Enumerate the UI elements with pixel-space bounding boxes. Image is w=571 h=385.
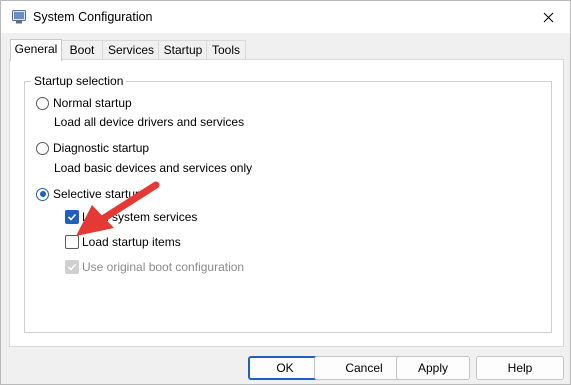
tab-boot[interactable]: Boot <box>60 40 104 60</box>
use-original-boot-checkbox-box[interactable] <box>65 260 79 274</box>
load-system-services-label: Load system services <box>82 210 198 224</box>
use-original-boot-label: Use original boot configuration <box>82 260 245 274</box>
load-startup-items-label: Load startup items <box>82 235 181 249</box>
use-original-boot-checkbox[interactable]: Use original boot configuration <box>65 260 244 274</box>
system-configuration-window: System Configuration General Boot Servic… <box>0 0 571 385</box>
load-system-services-checkbox-box[interactable] <box>65 210 79 224</box>
normal-startup-description: Load all device drivers and services <box>54 115 245 129</box>
tab-startup[interactable]: Startup <box>158 40 208 60</box>
checkmark-icon <box>67 263 77 271</box>
general-tab-panel: Startup selection Normal startup Load al… <box>9 59 564 347</box>
apply-button[interactable]: Apply <box>396 356 470 380</box>
selective-startup-radio[interactable]: Selective startup <box>36 187 142 201</box>
system-configuration-app-icon <box>12 10 26 24</box>
selective-startup-label: Selective startup <box>53 187 142 201</box>
normal-startup-radio[interactable]: Normal startup <box>36 96 132 110</box>
load-system-services-checkbox[interactable]: Load system services <box>65 210 197 224</box>
help-button[interactable]: Help <box>476 356 564 380</box>
ok-button[interactable]: OK <box>248 356 322 380</box>
diagnostic-startup-label: Diagnostic startup <box>53 141 150 155</box>
tab-general[interactable]: General <box>10 39 62 61</box>
diagnostic-startup-description: Load basic devices and services only <box>54 161 253 175</box>
close-icon <box>543 12 553 22</box>
load-startup-items-checkbox-box[interactable] <box>65 235 79 249</box>
normal-startup-label: Normal startup <box>53 96 132 110</box>
startup-selection-legend: Startup selection <box>31 74 127 88</box>
tab-tools[interactable]: Tools <box>206 40 246 60</box>
tab-services[interactable]: Services <box>102 40 160 60</box>
title-bar: System Configuration <box>1 1 570 33</box>
selective-startup-radio-indicator[interactable] <box>36 187 49 201</box>
diagnostic-startup-radio-indicator[interactable] <box>36 141 49 155</box>
window-title: System Configuration <box>33 10 153 24</box>
close-button[interactable] <box>526 1 570 33</box>
load-startup-items-checkbox[interactable]: Load startup items <box>65 235 181 249</box>
normal-startup-radio-indicator[interactable] <box>36 96 49 110</box>
startup-selection-group: Startup selection Normal startup Load al… <box>24 74 552 333</box>
checkmark-icon <box>67 213 77 221</box>
diagnostic-startup-radio[interactable]: Diagnostic startup <box>36 141 149 155</box>
